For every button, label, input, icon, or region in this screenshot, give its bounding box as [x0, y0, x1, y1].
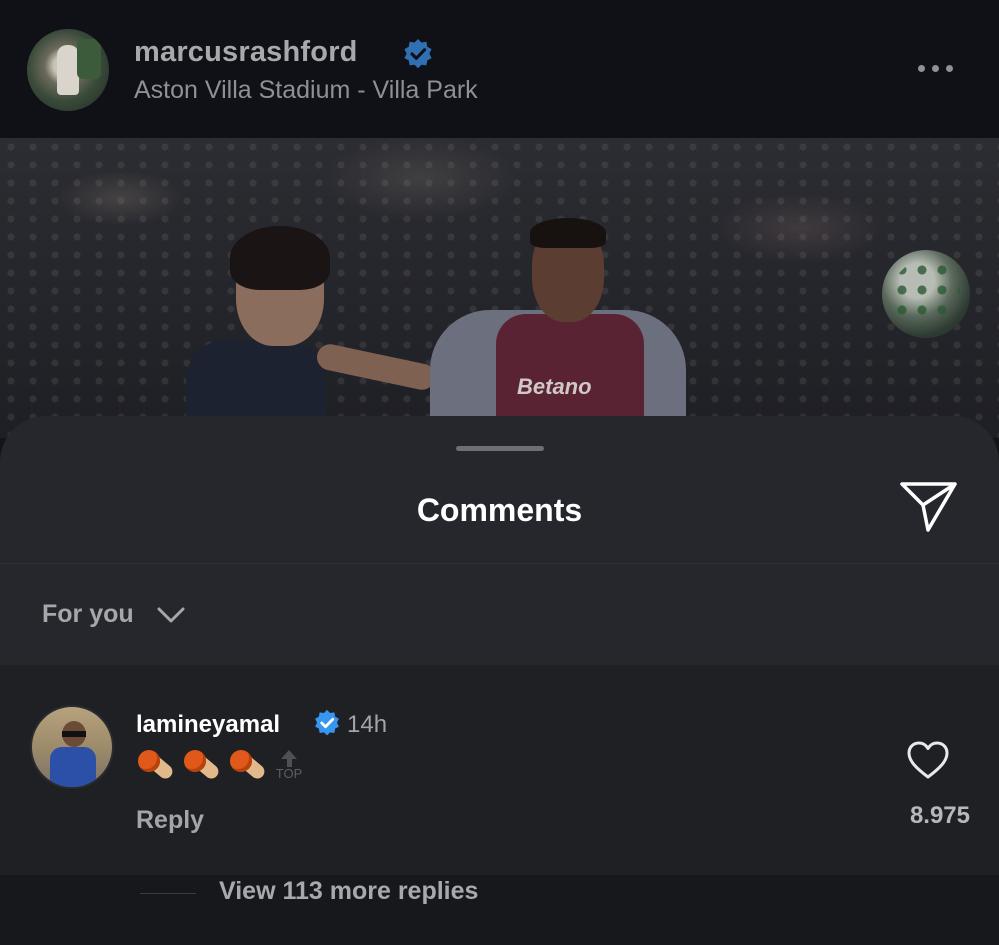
football — [882, 250, 970, 338]
top-label: TOP — [275, 766, 303, 781]
post-location[interactable]: Aston Villa Stadium - Villa Park — [134, 76, 478, 105]
reply-button[interactable]: Reply — [136, 806, 204, 835]
avatar-figure — [57, 45, 79, 95]
verified-icon — [315, 709, 339, 736]
avatar-figure-body — [50, 747, 96, 787]
post-photo[interactable]: Betano — [0, 138, 999, 438]
top-comment-badge: TOP — [274, 750, 304, 786]
comment-avatar[interactable] — [30, 705, 114, 789]
player-left-hair — [230, 226, 330, 290]
heart-icon[interactable] — [906, 740, 950, 780]
shirt-sponsor: Betano — [517, 374, 592, 399]
avatar[interactable] — [27, 29, 109, 111]
send-icon[interactable] — [898, 478, 960, 536]
divider — [0, 563, 999, 564]
comment-filter-dropdown[interactable]: For you — [42, 600, 186, 629]
more-options-icon[interactable] — [918, 58, 968, 78]
view-more-replies-button[interactable]: View 113 more replies — [219, 877, 478, 906]
sheet-title: Comments — [416, 492, 583, 528]
chevron-down-icon — [157, 607, 185, 622]
avatar-background-figure — [77, 39, 101, 79]
replies-divider-line — [140, 893, 196, 894]
comment-text — [136, 746, 268, 786]
ice-cream-icon — [182, 746, 222, 786]
like-count: 8.975 — [909, 802, 970, 829]
player-right-hair — [530, 218, 606, 248]
avatar-figure-glasses — [62, 731, 86, 737]
top-arrow-icon — [281, 750, 297, 759]
sheet-grabber[interactable] — [456, 446, 544, 451]
dot — [918, 64, 925, 72]
post-username[interactable]: marcusrashford — [134, 36, 358, 69]
comment-timestamp: 14h — [347, 711, 388, 738]
ice-cream-icon — [228, 746, 268, 786]
dot — [946, 64, 953, 72]
verified-icon — [404, 39, 432, 69]
post-header: marcusrashford Aston Villa Stadium - Vil… — [0, 0, 999, 138]
comment-username[interactable]: lamineyamal — [136, 711, 280, 739]
dot — [932, 64, 939, 72]
replies-row — [0, 875, 999, 945]
ice-cream-icon — [136, 746, 176, 786]
filter-label: For you — [42, 600, 134, 628]
